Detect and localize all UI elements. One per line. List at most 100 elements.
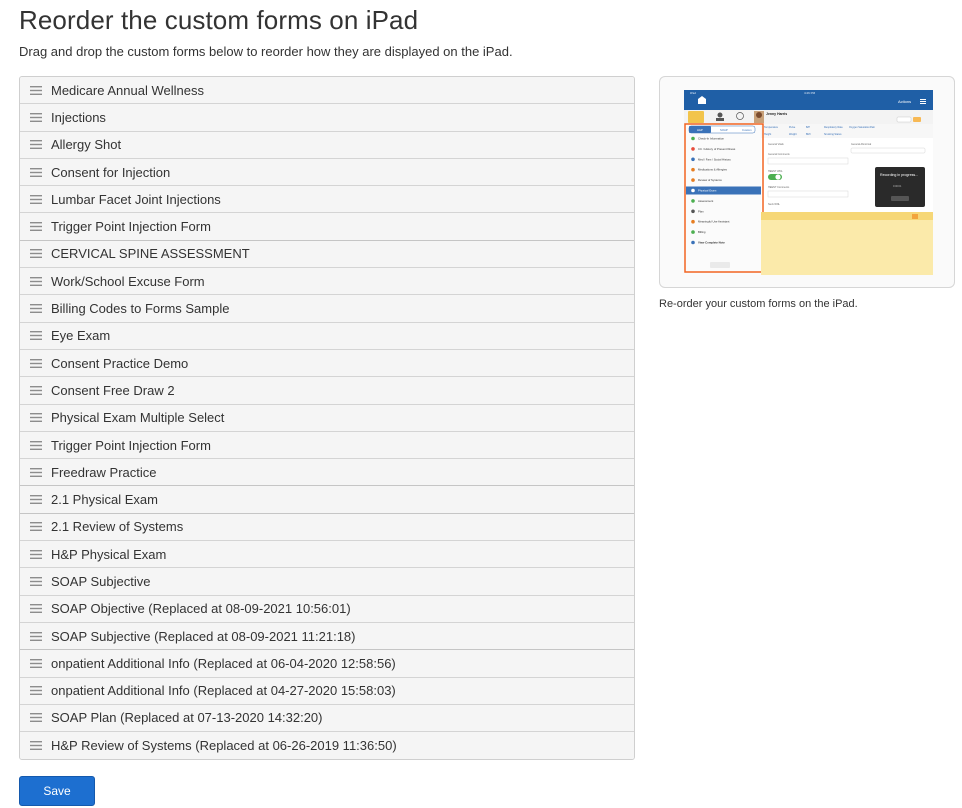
ipad-menu-item: Med / Fam / Social History [698,157,731,161]
svg-text:4:26 PM: 4:26 PM [804,91,816,95]
svg-text:HEENT WNL: HEENT WNL [768,170,783,173]
ipad-menu-dot-icon [691,230,695,234]
form-list-item[interactable]: onpatient Additional Info (Replaced at 0… [20,650,634,678]
form-list-item[interactable]: H&P Review of Systems (Replaced at 06-26… [20,732,634,760]
drag-handle-icon[interactable] [20,112,51,122]
ipad-menu-item: Plan [698,209,704,213]
ipad-menu-dot-icon [691,188,695,193]
drag-handle-icon[interactable] [20,304,51,314]
form-list-item[interactable]: Billing Codes to Forms Sample [20,295,634,323]
drag-handle-icon[interactable] [20,140,51,150]
form-item-label: Consent Free Draw 2 [51,382,175,398]
svg-text:HEENT Comments: HEENT Comments [768,186,790,189]
form-list-item[interactable]: 2.1 Review of Systems [20,513,634,542]
ipad-menu-dot-icon [691,240,695,245]
drag-handle-icon[interactable] [20,741,51,751]
drag-handle-icon[interactable] [20,331,51,341]
drag-handle-icon[interactable] [20,549,51,559]
svg-text:General Abnormal: General Abnormal [851,143,872,146]
svg-text:Jenny Harris: Jenny Harris [766,112,787,116]
drag-handle-icon[interactable] [20,276,51,286]
form-list-item[interactable]: Consent Practice Demo [20,349,634,378]
svg-text:BMI: BMI [806,133,811,136]
svg-text:Pulse: Pulse [789,126,796,129]
drag-handle-icon[interactable] [20,686,51,696]
form-list-item[interactable]: SOAP Subjective [20,568,634,596]
ipad-menu-item: CC / History of Present Illness [698,147,736,151]
ipad-preview-card: iPad 4:26 PM Actions Jenny Harris Temper… [659,76,955,288]
ipad-menu-item: Physical Exam [698,189,717,193]
drag-handle-icon[interactable] [20,413,51,423]
svg-text:Oxygen Saturation: Oxygen Saturation [849,126,870,129]
form-item-label: SOAP Plan (Replaced at 07-13-2020 14:32:… [51,710,323,726]
svg-text:B/P: B/P [806,126,810,129]
form-list-item[interactable]: Physical Exam Multiple Select [20,404,634,432]
drag-handle-icon[interactable] [20,604,51,614]
form-list-item[interactable]: Allergy Shot [20,131,634,159]
svg-text:Pain: Pain [870,126,876,129]
form-item-label: Consent for Injection [51,164,171,180]
form-list-item[interactable]: Consent Free Draw 2 [20,377,634,405]
form-list-item[interactable]: Lumbar Facet Joint Injections [20,186,634,214]
drag-handle-icon[interactable] [20,495,51,505]
form-list-item[interactable]: SOAP Objective (Replaced at 08-09-2021 1… [20,595,634,623]
form-item-label: Work/School Excuse Form [51,273,205,289]
form-item-label: H&P Review of Systems (Replaced at 06-26… [51,738,397,754]
drag-handle-icon[interactable] [20,440,51,450]
ipad-menu-item: Meaningful Use Assistant [698,220,730,224]
ipad-menu-item: Medications & Allergies [698,168,728,172]
form-item-label: 2.1 Physical Exam [51,492,158,508]
drag-handle-icon[interactable] [20,713,51,723]
form-item-label: SOAP Objective (Replaced at 08-09-2021 1… [51,601,351,617]
form-list-item[interactable]: SOAP Plan (Replaced at 07-13-2020 14:32:… [20,704,634,733]
svg-text:Respiratory Rate: Respiratory Rate [824,126,843,129]
ipad-screenshot: iPad 4:26 PM Actions Jenny Harris Temper… [684,90,933,275]
drag-handle-icon[interactable] [20,222,51,232]
svg-text:Smoking Status: Smoking Status [824,133,842,136]
drag-handle-icon[interactable] [20,467,51,477]
svg-text:General Vitals: General Vitals [768,143,784,146]
form-list-item[interactable]: onpatient Additional Info (Replaced at 0… [20,677,634,705]
ipad-menu-dot-icon [691,199,695,203]
drag-handle-icon[interactable] [20,576,51,586]
form-list-item[interactable]: CERVICAL SPINE ASSESSMENT [20,240,634,269]
form-item-label: onpatient Additional Info (Replaced at 0… [51,683,396,699]
form-item-label: Medicare Annual Wellness [51,82,204,98]
ipad-menu-item: Assessment [698,199,713,203]
form-list-item[interactable]: Work/School Excuse Form [20,268,634,296]
form-item-label: Consent Practice Demo [51,355,189,371]
drag-handle-icon[interactable] [20,167,51,177]
drag-handle-icon[interactable] [20,522,51,532]
form-item-label: Physical Exam Multiple Select [51,410,225,426]
drag-handle-icon[interactable] [20,358,51,368]
form-list-item[interactable]: Eye Exam [20,322,634,350]
drag-handle-icon[interactable] [20,85,51,95]
drag-handle-icon[interactable] [20,194,51,204]
form-item-label: Eye Exam [51,328,111,344]
ipad-tab: H&P [697,128,703,132]
ipad-menu-item: Check-In Information [698,137,724,141]
form-list-item[interactable]: Medicare Annual Wellness [20,77,634,105]
drag-handle-icon[interactable] [20,385,51,395]
form-list-item[interactable]: 2.1 Physical Exam [20,486,634,514]
ipad-menu-dot-icon [691,157,695,162]
form-list-item[interactable]: Freedraw Practice [20,459,634,487]
form-item-label: CERVICAL SPINE ASSESSMENT [51,246,250,262]
drag-handle-icon[interactable] [20,631,51,641]
form-list-item[interactable]: H&P Physical Exam [20,541,634,569]
ipad-menu-item: View Complete Note [698,241,725,245]
form-item-label: Trigger Point Injection Form [51,437,211,453]
form-list-item[interactable]: Injections [20,104,634,132]
form-list-item[interactable]: Trigger Point Injection Form [20,213,634,241]
ipad-menu-dot-icon [691,219,695,224]
drag-handle-icon[interactable] [20,249,51,259]
drag-handle-icon[interactable] [20,658,51,668]
ipad-actions-label: Actions [898,99,911,104]
save-button[interactable]: Save [19,776,95,806]
ipad-menu-dot-icon [691,178,695,182]
form-list-item[interactable]: Consent for Injection [20,158,634,187]
ipad-menu-dot-icon [691,209,695,214]
form-list-item[interactable]: Trigger Point Injection Form [20,431,634,460]
form-list: Medicare Annual Wellness Injections Allerg… [19,76,635,761]
form-list-item[interactable]: SOAP Subjective (Replaced at 08-09-2021 … [20,622,634,651]
